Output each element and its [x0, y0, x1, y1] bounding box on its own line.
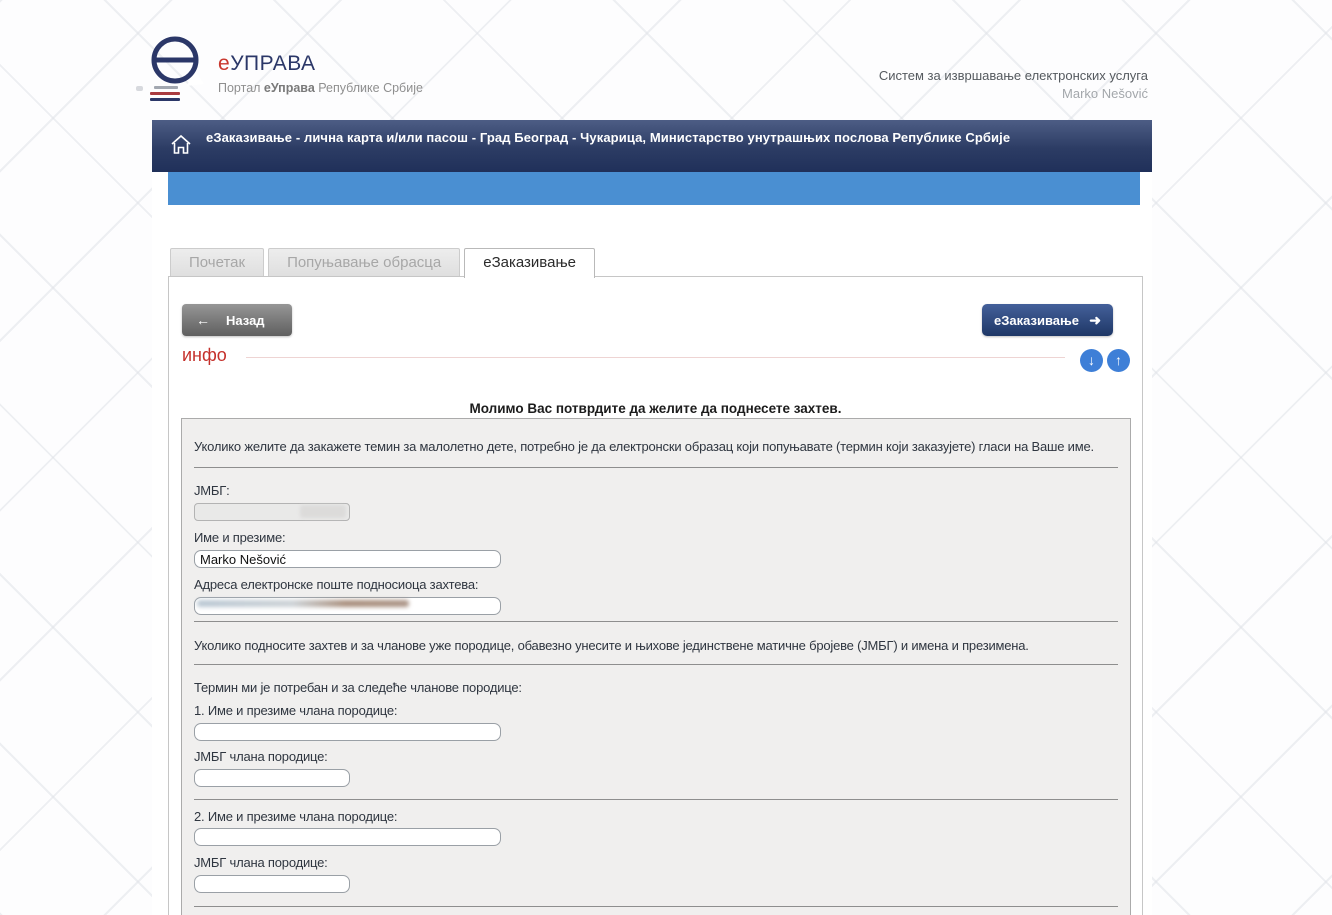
minor-note-text: Уколико желите да закажете темин за мало… [194, 439, 1118, 454]
email-label: Адреса електронске поште подносиоца захт… [194, 577, 478, 592]
back-button-label: Назад [226, 313, 265, 328]
info-row: инфо ↓ ↑ [182, 345, 1131, 371]
site-header: еУПРАВА Портал еУправа Републике Србије … [152, 0, 1152, 120]
family-member-2-jmbg-input[interactable] [194, 875, 350, 893]
family-note-text: Уколико подносите захтев и за чланове уж… [194, 638, 1118, 653]
back-button[interactable]: ← Назад [182, 304, 292, 336]
forward-button-label: еЗаказивање [994, 313, 1079, 328]
request-form-panel: Уколико желите да закажете темин за мало… [181, 418, 1131, 915]
family-member-1-jmbg-input[interactable] [194, 769, 350, 787]
ezakazivanje-forward-button[interactable]: еЗаказивање ➜ [982, 304, 1113, 336]
divider [194, 664, 1118, 665]
system-label: Систем за извршавање електронских услуга [879, 68, 1148, 83]
family-member-1-name-label: 1. Име и презиме члана породице: [194, 703, 397, 718]
email-input[interactable] [194, 597, 501, 615]
back-arrow-icon: ← [196, 312, 210, 328]
logged-in-username: Marko Nešović [879, 86, 1148, 101]
tab-pocetak[interactable]: Почетак [170, 248, 264, 276]
jmbg-label: ЈМБГ: [194, 483, 230, 498]
family-member-1-name-input[interactable] [194, 723, 501, 741]
tab-ezakazivanje[interactable]: еЗаказивање [464, 248, 595, 278]
logo-subtitle: Портал еУправа Републике Србије [218, 81, 423, 95]
full-name-input[interactable] [194, 550, 501, 568]
family-intro-text: Термин ми је потребан и за следеће члано… [194, 680, 1118, 695]
forward-arrow-icon: ➜ [1089, 312, 1101, 329]
confirm-heading: Молимо Вас потврдите да желите да поднес… [169, 401, 1142, 416]
logo-title: еУПРАВА [218, 52, 423, 76]
family-member-2-jmbg-label: ЈМБГ члана породице: [194, 855, 328, 870]
page: еУПРАВА Портал еУправа Републике Србије … [0, 0, 1332, 915]
header-right: Систем за извршавање електронских услуга… [879, 68, 1148, 101]
breadcrumb-bar: еЗаказивање - лична карта и/или пасош - … [152, 120, 1152, 172]
home-icon[interactable] [170, 134, 192, 160]
euprava-e-icon [146, 34, 204, 103]
section-accent-bar [168, 172, 1140, 205]
family-member-1-jmbg-label: ЈМБГ члана породице: [194, 749, 328, 764]
divider [194, 906, 1118, 907]
info-divider-line [246, 357, 1065, 358]
tab-popunjavanje-obrasca[interactable]: Попуњавање обрасца [268, 248, 460, 276]
tab-strip: Почетак Попуњавање обрасца еЗаказивање [170, 248, 595, 278]
family-member-2-name-input[interactable] [194, 828, 501, 846]
scroll-up-icon[interactable]: ↑ [1107, 349, 1130, 372]
full-name-label: Име и презиме: [194, 530, 285, 545]
breadcrumb-text: еЗаказивање - лична карта и/или пасош - … [206, 130, 1066, 146]
main-panel: ← Назад еЗаказивање ➜ инфо ↓ ↑ Молимо Ва… [168, 276, 1143, 915]
divider [194, 621, 1118, 622]
scroll-down-icon[interactable]: ↓ [1080, 349, 1103, 372]
divider [194, 799, 1118, 800]
jmbg-input[interactable] [194, 503, 350, 521]
divider [194, 467, 1118, 468]
logo-text: еУПРАВА Портал еУправа Републике Србије [218, 52, 423, 95]
info-heading: инфо [182, 345, 227, 366]
family-member-2-name-label: 2. Име и презиме члана породице: [194, 809, 397, 824]
